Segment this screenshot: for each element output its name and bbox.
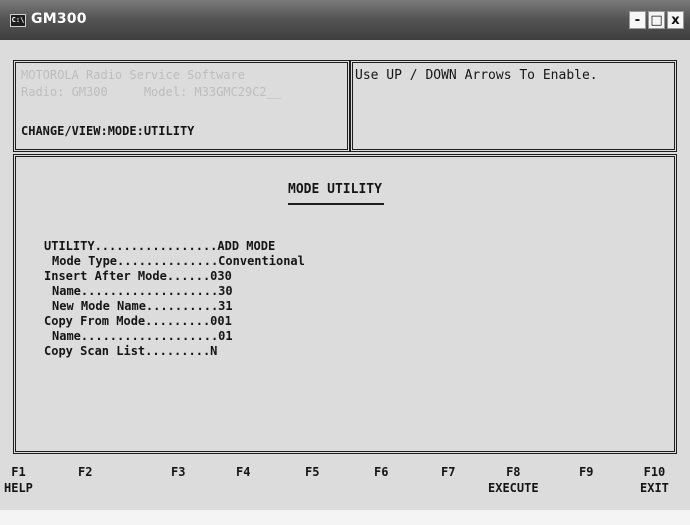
f6-key[interactable]: F6 [374, 464, 388, 480]
f2-key[interactable]: F2 [78, 464, 92, 480]
field-value[interactable]: Conventional [218, 254, 305, 268]
title-underline [288, 203, 384, 205]
title-bar: C:\ GM300 - □ x [0, 0, 690, 40]
minimize-button[interactable]: - [629, 11, 646, 29]
field-new-mode-name[interactable]: New Mode Name..........31 [30, 299, 305, 314]
field-value[interactable]: 001 [210, 314, 232, 328]
f8-execute-key[interactable]: F8 EXECUTE [488, 464, 539, 496]
hint-panel: Use UP / DOWN Arrows To Enable. [350, 60, 677, 152]
field-copy-scan-list[interactable]: Copy Scan List.........N [30, 344, 305, 359]
bottom-strip [0, 510, 690, 525]
radio-model-text: Radio: GM300 Model: M33GMC29C2__ [21, 85, 282, 99]
f9-key[interactable]: F9 [579, 464, 593, 480]
field-utility[interactable]: UTILITY.................ADD MODE [30, 239, 305, 254]
field-copy-from-mode[interactable]: Copy From Mode.........001 [30, 314, 305, 329]
window-title: GM300 [31, 11, 87, 27]
field-label: Name................... [52, 329, 219, 343]
info-panel: MOTOROLA Radio Service Software Radio: G… [13, 60, 350, 152]
field-label: Copy Scan List......... [44, 344, 211, 358]
f10-exit-key[interactable]: F10 EXIT [640, 464, 669, 496]
field-value[interactable]: 030 [210, 269, 232, 283]
close-button[interactable]: x [667, 11, 684, 29]
f4-key[interactable]: F4 [236, 464, 250, 480]
field-value[interactable]: 30 [218, 284, 232, 298]
field-mode-type[interactable]: Mode Type..............Conventional [30, 254, 305, 269]
console-screen: MOTOROLA Radio Service Software Radio: G… [0, 40, 690, 510]
field-name[interactable]: Name...................30 [30, 284, 305, 299]
field-label: Name................... [52, 284, 219, 298]
function-key-bar: F1 HELP F2 F3 F4 F5 F6 F7 F8 EXECUTE F9 F1… [0, 464, 690, 508]
window-controls: - □ x [629, 11, 684, 29]
field-label: UTILITY................. [44, 239, 218, 253]
field-value[interactable]: 01 [218, 329, 232, 343]
f5-key[interactable]: F5 [305, 464, 319, 480]
field-value[interactable]: N [210, 344, 217, 358]
field-copy-name[interactable]: Name...................01 [30, 329, 305, 344]
field-insert-after-mode[interactable]: Insert After Mode......030 [30, 269, 305, 284]
screen-title: MODE UTILITY [288, 182, 382, 197]
maximize-button[interactable]: □ [648, 11, 665, 29]
field-value[interactable]: 31 [218, 299, 232, 313]
field-list: UTILITY.................ADD MODE Mode Ty… [30, 239, 305, 359]
field-label: New Mode Name.......... [52, 299, 219, 313]
mode-utility-panel: MODE UTILITY UTILITY.................ADD… [13, 154, 677, 454]
f1-key[interactable]: F1 HELP [4, 464, 33, 496]
field-value[interactable]: ADD MODE [217, 239, 275, 253]
field-label: Insert After Mode...... [44, 269, 211, 283]
software-name-text: MOTOROLA Radio Service Software [21, 68, 245, 82]
f7-key[interactable]: F7 [441, 464, 455, 480]
hint-text: Use UP / DOWN Arrows To Enable. [355, 68, 598, 83]
f3-key[interactable]: F3 [171, 464, 185, 480]
field-label: Copy From Mode......... [44, 314, 211, 328]
field-label: Mode Type.............. [52, 254, 219, 268]
menu-path: CHANGE/VIEW:MODE:UTILITY [21, 124, 195, 138]
console-app-icon[interactable]: C:\ [10, 14, 26, 27]
